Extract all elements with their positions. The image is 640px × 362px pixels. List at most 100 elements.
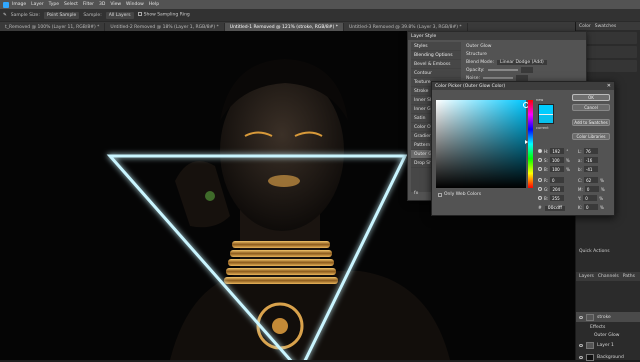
saturation-field[interactable]: S: 100% [538,157,570,163]
hue-slider[interactable] [525,100,533,188]
ok-button[interactable]: OK [572,94,610,101]
lab-b-field[interactable]: b: -41 [578,166,598,172]
new-color-swatch [539,105,553,114]
options-bar: ✎ Sample Size: Point Sample Sample: All … [0,9,640,22]
style-item-styles[interactable]: Styles [411,42,461,51]
visibility-eye-icon[interactable] [579,343,583,347]
visibility-eye-icon[interactable] [579,355,583,359]
layer-name: Layer 1 [597,342,614,348]
sample-label: Sample: [83,12,102,18]
menu-help[interactable]: Help [149,2,159,7]
layer-name: stroke [597,314,611,320]
menu-3d[interactable]: 3D [99,2,105,7]
blue-radio[interactable] [538,196,542,200]
document-tabs: t_Removed @ 100% (Layer 11, RGB/8#) * Un… [0,22,575,31]
menu-type[interactable]: Type [49,2,59,7]
yellow-field[interactable]: Y: 0% [578,195,603,201]
magenta-field[interactable]: M: 0% [578,186,605,192]
shoulders-shape [170,271,450,360]
hue-radio[interactable] [538,149,542,153]
black-field[interactable]: K: 0% [578,204,604,210]
menu-layer[interactable]: Layer [31,2,44,7]
tab-doc-3-active[interactable]: Untitled-1 Removed @ 121% (stroke, RGB/8… [224,23,345,31]
noise-label: Noise: [466,75,480,81]
layer-thumbnail [586,341,594,349]
style-item-bevel-emboss[interactable]: Bevel & Emboss [411,60,461,69]
color-panel-tabs: Color Swatches [576,22,640,30]
menu-image[interactable]: Image [12,2,26,7]
fx-icon[interactable]: fx [414,191,418,196]
hex-input[interactable]: 00cdff [544,206,565,211]
only-web-colors-checkbox[interactable]: Only Web Colors [438,192,481,197]
quick-actions-label[interactable]: Quick Actions [576,247,613,256]
gold-neck-rings [224,241,338,284]
sample-select[interactable]: All Layers [105,11,134,19]
outer-glow-heading: Outer Glow [466,43,492,49]
new-color-label: new [536,98,544,102]
photoshop-logo-icon [3,1,9,8]
opacity-slider[interactable] [487,69,518,71]
eyedropper-icon[interactable]: ✎ [3,13,7,18]
menu-select[interactable]: Select [64,2,78,7]
tab-layers[interactable]: Layers [579,274,594,279]
cancel-button[interactable]: Cancel [572,104,610,111]
lab-a-field[interactable]: a: -16 [578,157,598,163]
tab-color[interactable]: Color [579,24,591,29]
saturation-radio[interactable] [538,158,542,162]
color-libraries-button[interactable]: Color Libraries [572,133,610,140]
layer-row-stroke[interactable]: stroke [576,312,640,322]
structure-heading: Structure [466,51,487,57]
menu-bar: Image Layer Type Select Filter 3D View W… [0,0,640,9]
panel-block [579,32,637,44]
layers-panel-tabs: Layers Channels Paths [576,272,640,281]
current-color-swatch[interactable] [539,114,553,123]
opacity-field[interactable] [520,67,533,73]
red-field[interactable]: R: 0 [538,177,565,183]
tab-channels[interactable]: Channels [598,274,619,279]
layer-thumbnail [586,313,594,321]
lab-l-field[interactable]: L: 76 [578,148,598,154]
color-picker-dialog: Color Picker (Outer Glow Color) ✕ new cu… [431,81,615,216]
tab-doc-2[interactable]: Untitled-2 Removed @ 18% (Layer 1, RGB/8… [105,23,225,31]
color-picker-titlebar[interactable]: Color Picker (Outer Glow Color) ✕ [432,82,614,90]
hue-slider-handle[interactable] [525,140,528,144]
layer-effect-outer-glow[interactable]: Outer Glow [576,330,640,340]
menu-window[interactable]: Window [126,2,144,7]
tab-swatches[interactable]: Swatches [595,24,617,29]
close-icon[interactable]: ✕ [607,83,611,89]
brightness-radio[interactable] [538,167,542,171]
hue-field[interactable]: H: 192 ° [538,148,568,154]
panel-block [579,60,637,72]
color-picker-title: Color Picker (Outer Glow Color) [435,83,506,89]
visibility-eye-icon[interactable] [579,315,583,319]
menu-view[interactable]: View [110,2,121,7]
sample-size-label: Sample Size: [10,12,40,18]
current-color-label: current [536,126,549,130]
effects-label: Effects [590,324,606,330]
style-item-contour[interactable]: Contour [411,69,461,78]
layer-row-layer1[interactable]: Layer 1 [576,340,640,350]
red-radio[interactable] [538,178,542,182]
tab-paths[interactable]: Paths [623,274,635,279]
sample-size-select[interactable]: Point Sample [43,11,80,19]
brightness-field[interactable]: B: 100% [538,166,570,172]
layer-style-title[interactable]: Layer Style [408,32,586,40]
blend-mode-label: Blend Mode: [466,59,495,65]
panel-block [579,46,637,58]
menu-filter[interactable]: Filter [83,2,94,7]
noise-slider[interactable] [483,77,513,79]
tab-doc-1[interactable]: t_Removed @ 100% (Layer 11, RGB/8#) * [0,23,106,31]
blue-field[interactable]: B: 255 [538,195,565,201]
tab-doc-4[interactable]: Untitled-3 Removed @ 39.8% (Layer 3, RGB… [344,23,468,31]
layer-row-background[interactable]: Background [576,352,640,362]
show-sampling-ring-checkbox[interactable]: Show Sampling Ring [137,12,190,18]
saturation-brightness-field[interactable] [436,100,529,188]
add-to-swatches-button[interactable]: Add to Swatches [572,119,610,126]
layer-name: Background [597,354,624,360]
green-radio[interactable] [538,187,542,191]
hex-field[interactable]: # 00cdff [538,206,565,211]
green-field[interactable]: G: 204 [538,186,565,192]
style-item-blending-options[interactable]: Blending Options [411,51,461,60]
blend-mode-select[interactable]: Linear Dodge (Add) [497,59,547,65]
cyan-field[interactable]: C: 62% [578,177,604,183]
